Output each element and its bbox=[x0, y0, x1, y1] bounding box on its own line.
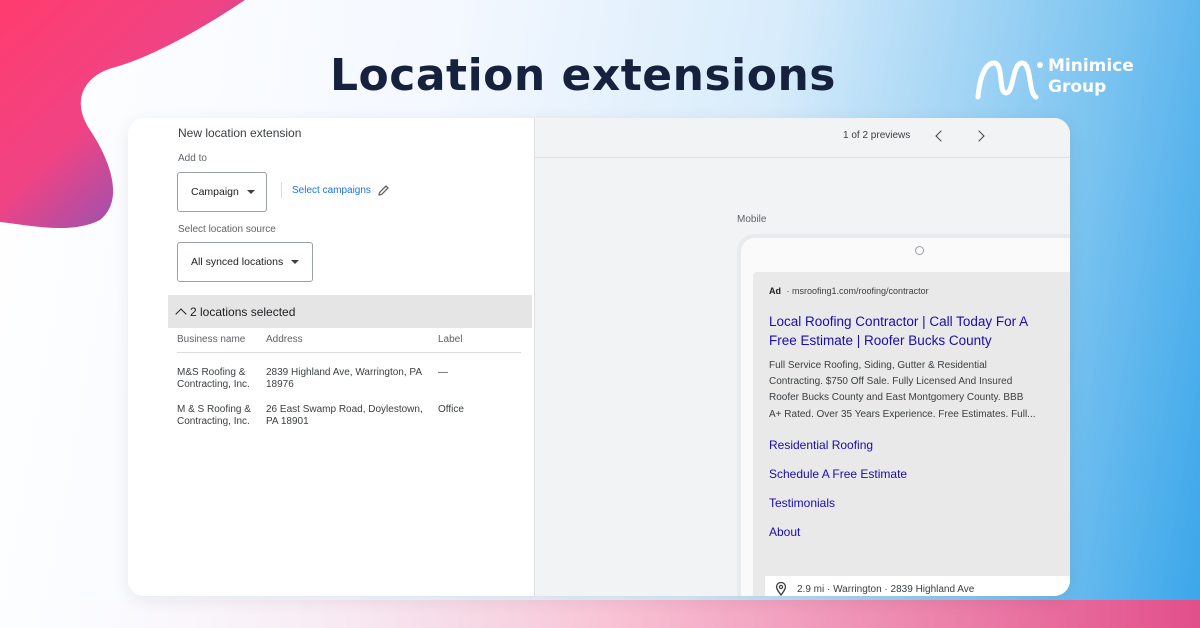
column-header-address: Address bbox=[266, 334, 303, 345]
brand-name-line1: Minimice bbox=[1048, 56, 1134, 76]
preview-counter: 1 of 2 previews bbox=[843, 130, 911, 141]
form-title: New location extension bbox=[178, 126, 302, 140]
camera-icon bbox=[915, 246, 924, 255]
preview-toolbar: 1 of 2 previews bbox=[535, 118, 1070, 158]
ad-description-line: Full Service Roofing, Siding, Gutter & R… bbox=[769, 360, 987, 371]
brand-name-line2: Group bbox=[1048, 77, 1107, 97]
minimice-logo-icon bbox=[975, 60, 1043, 100]
location-source-dropdown[interactable]: All synced locations bbox=[177, 242, 313, 282]
table-header-divider bbox=[177, 352, 521, 353]
ad-description-line: Roofer Bucks County and East Montgomery … bbox=[769, 392, 1024, 404]
ad-headline-line: Local Roofing Contractor | Call Today Fo… bbox=[769, 314, 1029, 329]
sitelink-residential-roofing[interactable]: Residential Roofing bbox=[769, 438, 873, 452]
address-line: 18976 bbox=[266, 379, 294, 390]
column-header-business-name: Business name bbox=[177, 334, 246, 345]
add-to-label: Add to bbox=[178, 153, 207, 164]
address-line: 2839 Highland Ave, Warrington, PA bbox=[266, 367, 423, 378]
select-campaigns-link[interactable]: Select campaigns bbox=[281, 182, 390, 198]
location-source-label: Select location source bbox=[178, 224, 276, 235]
address-line: PA 18901 bbox=[266, 416, 309, 427]
pencil-icon[interactable] bbox=[377, 184, 390, 197]
ad-display-url: · msroofing1.com/roofing/contractor bbox=[786, 286, 929, 296]
business-name-line: M & S Roofing & bbox=[177, 404, 251, 415]
address-line: 26 East Swamp Road, Doylestown, bbox=[266, 404, 423, 415]
sitelink-testimonials[interactable]: Testimonials bbox=[769, 496, 835, 510]
ad-url-row: Ad · msroofing1.com/roofing/contractor bbox=[769, 286, 929, 296]
label-cell: Office bbox=[438, 404, 464, 415]
locations-selected-toggle[interactable]: 2 locations selected bbox=[168, 295, 532, 328]
locations-selected-label: 2 locations selected bbox=[190, 304, 296, 319]
dropdown-caret-icon bbox=[291, 260, 300, 264]
ad-preview-panel: 1 of 2 previews Mobile Ad · msroofing1.c… bbox=[534, 118, 1070, 596]
ad-description-line: Contracting. $750 Off Sale. Fully Licens… bbox=[769, 376, 1013, 388]
ad-description: Full Service Roofing, Siding, Gutter & R… bbox=[769, 358, 1070, 423]
location-extension-text: 2.9 mi · Warrington · 2839 Highland Ave bbox=[797, 583, 975, 595]
divider bbox=[281, 182, 282, 198]
device-label: Mobile bbox=[737, 214, 767, 225]
location-extension-row[interactable]: 2.9 mi · Warrington · 2839 Highland Ave bbox=[765, 576, 1070, 596]
business-name-line: Contracting, Inc. bbox=[177, 416, 250, 427]
business-name-line: M&S Roofing & bbox=[177, 367, 246, 378]
brand-logo: Minimice Group bbox=[974, 55, 1164, 103]
ad-headline[interactable]: Local Roofing Contractor | Call Today Fo… bbox=[769, 312, 1059, 350]
sitelink-about[interactable]: About bbox=[769, 525, 800, 539]
campaign-dropdown[interactable]: Campaign bbox=[177, 172, 267, 212]
chevron-right-icon[interactable] bbox=[973, 130, 985, 142]
sitelink-free-estimate[interactable]: Schedule A Free Estimate bbox=[769, 467, 907, 481]
ad-headline-line: Free Estimate | Roofer Bucks County bbox=[769, 333, 992, 348]
ad-description-line: A+ Rated. Over 35 Years Experience. Free… bbox=[769, 408, 1036, 420]
label-cell: — bbox=[438, 367, 448, 378]
mobile-phone-frame: Ad · msroofing1.com/roofing/contractor L… bbox=[737, 234, 1070, 596]
ad-preview-card: Ad · msroofing1.com/roofing/contractor L… bbox=[753, 272, 1070, 596]
location-source-value: All synced locations bbox=[191, 256, 284, 268]
chevron-left-icon[interactable] bbox=[935, 130, 947, 142]
location-pin-icon bbox=[775, 582, 787, 596]
campaign-dropdown-label: Campaign bbox=[191, 186, 239, 198]
extension-editor-card: New location extension Add to Campaign S… bbox=[128, 118, 1070, 596]
ad-badge: Ad bbox=[769, 286, 781, 296]
select-campaigns-label: Select campaigns bbox=[292, 184, 371, 196]
chevron-up-icon bbox=[175, 307, 187, 320]
extension-form-panel: New location extension Add to Campaign S… bbox=[128, 118, 534, 596]
business-name-line: Contracting, Inc. bbox=[177, 379, 250, 390]
column-header-label: Label bbox=[438, 334, 463, 345]
dropdown-caret-icon bbox=[246, 190, 255, 194]
